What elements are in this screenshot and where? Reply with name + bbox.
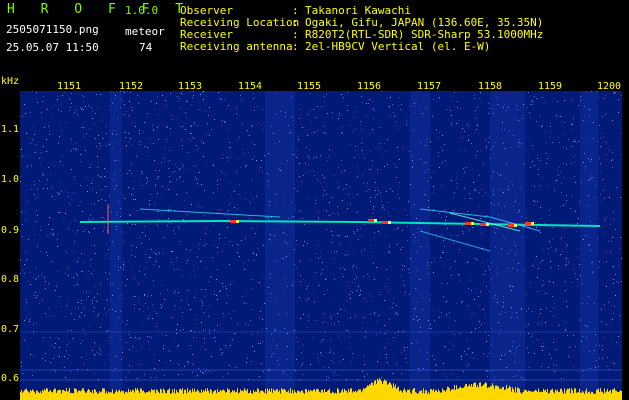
info-sep: : — [292, 16, 299, 29]
spectrogram — [20, 91, 622, 400]
y-tick-label: 0.8 — [1, 274, 20, 285]
y-tick-label: 0.6 — [1, 373, 20, 384]
info-sep: : — [292, 40, 299, 53]
y-tick-label: 0.9 — [1, 225, 20, 236]
info-key-observer: Observer — [180, 4, 233, 17]
y-axis-unit: kHz — [1, 76, 20, 87]
y-tick-label: 1.1 — [1, 124, 20, 135]
y-tick-label: 1.0 — [1, 174, 20, 185]
y-tick-label: 0.7 — [1, 324, 20, 335]
meteor-count: 74 — [139, 41, 153, 54]
info-key-location: Receiving Location — [180, 16, 300, 29]
app-brand: H R O F F T — [7, 2, 193, 17]
info-sep: : — [292, 28, 299, 41]
info-value-antenna: 2el-HB9CV Vertical (el. E-W) — [305, 40, 491, 53]
spectrogram-canvas — [20, 91, 622, 400]
info-sep: : — [292, 4, 299, 17]
info-value-observer: Takanori Kawachi — [305, 4, 411, 17]
datetime-label: 25.05.07 11:50 — [6, 41, 99, 54]
info-key-antenna: Receiving antenna — [180, 40, 293, 53]
info-value-location: Ogaki, Gifu, JAPAN (136.60E, 35.35N) — [305, 16, 544, 29]
app-version: 1.0.0 — [125, 4, 159, 17]
filename-label: 2505071150.png — [6, 23, 99, 36]
meteor-label: meteor — [125, 25, 165, 38]
info-value-receiver: R820T2(RTL-SDR) SDR-Sharp 53.1000MHz — [305, 28, 544, 41]
info-key-receiver: Receiver — [180, 28, 233, 41]
header-panel: H R O F F T 1.0.0 2505071150.png meteor … — [0, 0, 629, 75]
